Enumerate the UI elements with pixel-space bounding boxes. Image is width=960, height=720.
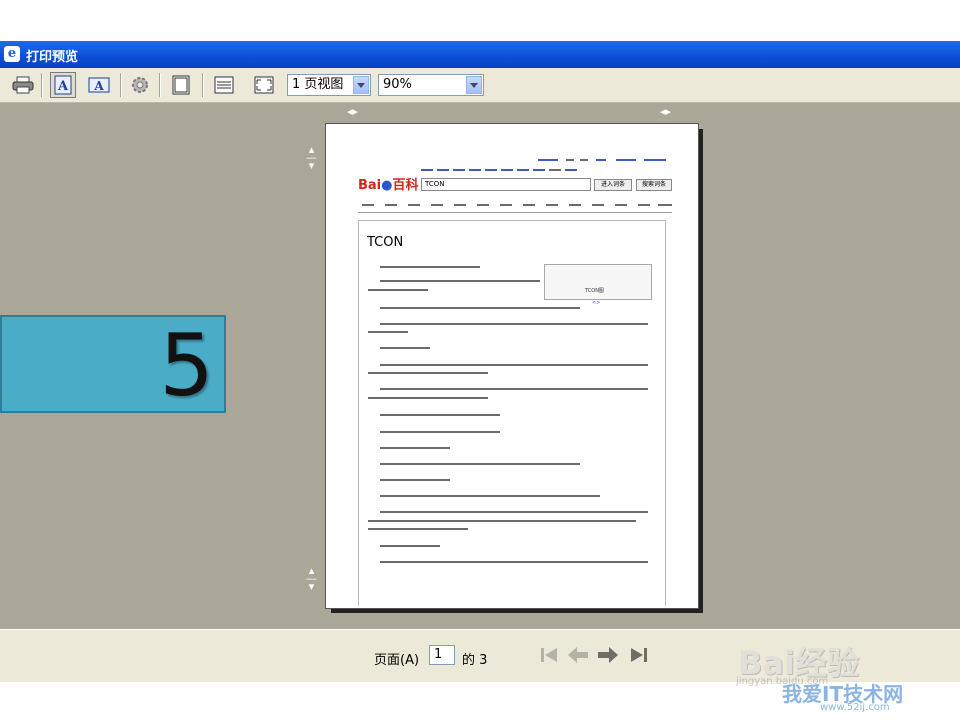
full-page-button[interactable]	[251, 72, 277, 98]
zoom-select[interactable]: 90%	[378, 74, 484, 96]
landscape-icon: A	[88, 77, 110, 93]
top-link[interactable]	[538, 159, 558, 161]
full-width-button[interactable]	[211, 72, 237, 98]
baidu-logo: Bai●百科	[358, 178, 419, 193]
left-margin-handle[interactable]: ◂▸	[347, 106, 358, 117]
chevron-down-icon[interactable]	[353, 76, 369, 94]
print-icon	[12, 76, 34, 94]
header-footer-icon	[172, 75, 190, 95]
toolbar: A A 1 页视图 90%	[0, 68, 960, 103]
first-page-icon	[541, 648, 557, 662]
article-image: TCON图	[544, 264, 652, 300]
arrow-right-icon	[598, 647, 618, 663]
landscape-button[interactable]: A	[86, 72, 112, 98]
page-setup-icon	[132, 77, 148, 93]
top-link[interactable]	[644, 159, 666, 161]
first-page-button[interactable]	[538, 645, 560, 665]
top-link[interactable]	[596, 159, 606, 161]
watermark: Bai经验 jingyan.baidu.com 我爱IT技术网 www.52ij…	[736, 644, 904, 713]
chevron-down-icon[interactable]	[466, 76, 482, 94]
print-button[interactable]	[10, 72, 36, 98]
full-page-icon	[254, 76, 274, 94]
search-input[interactable]: TCON	[421, 178, 591, 191]
last-page-icon	[631, 648, 647, 662]
right-margin-handle[interactable]: ◂▸	[660, 106, 671, 117]
view-mode-select[interactable]: 1 页视图	[287, 74, 371, 96]
header-footer-button[interactable]	[168, 72, 194, 98]
portrait-icon: A	[54, 75, 72, 95]
ie-icon: e	[4, 46, 20, 62]
bottom-margin-handle[interactable]: ▴ — ▾	[306, 565, 317, 592]
top-margin-handle[interactable]: ▴ — ▾	[306, 144, 317, 171]
page-label: 页面(A)	[374, 653, 420, 668]
svg-text:A: A	[57, 79, 69, 94]
next-page-button[interactable]	[597, 645, 619, 665]
last-page-button[interactable]	[628, 645, 650, 665]
page-count: 的 3	[462, 653, 488, 668]
title-bar: e 打印预览	[0, 41, 960, 68]
article-heading: TCON	[367, 235, 404, 250]
zoom-value: 90%	[383, 77, 412, 92]
step-number-overlay: 5	[0, 315, 226, 416]
enter-entry-button[interactable]: 进入词条	[594, 179, 632, 191]
step-number: 5	[159, 316, 214, 416]
preview-page: Bai●百科 TCON 进入词条 搜索词条 TCON TCON图 <>	[325, 123, 699, 609]
category-tabs	[358, 198, 672, 213]
window-title: 打印预览	[26, 50, 79, 65]
full-width-icon	[214, 76, 234, 94]
previous-page-button[interactable]	[567, 645, 589, 665]
svg-text:A: A	[93, 79, 104, 93]
page-setup-button[interactable]	[127, 72, 153, 98]
top-link[interactable]	[616, 159, 636, 161]
arrow-left-icon	[568, 647, 588, 663]
page-number-input[interactable]: 1	[429, 645, 455, 665]
search-entry-button[interactable]: 搜索词条	[636, 179, 672, 191]
portrait-button[interactable]: A	[50, 72, 76, 98]
view-mode-value: 1 页视图	[292, 77, 344, 92]
